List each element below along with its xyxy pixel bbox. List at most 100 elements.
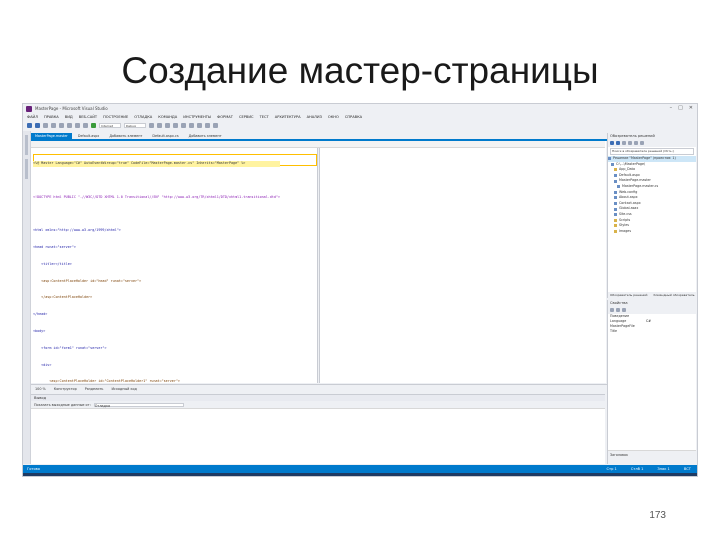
collapse-icon[interactable] <box>634 141 638 145</box>
browser-dropdown[interactable]: Internet Explorer <box>99 123 121 128</box>
tab-split[interactable]: Разделить <box>85 387 104 391</box>
design-view[interactable] <box>319 141 606 383</box>
solution-search-input[interactable]: Поиск в обозревателе решений (Ctrl+;) <box>610 148 694 155</box>
redo-icon[interactable] <box>83 123 88 128</box>
menu-test[interactable]: ТЕСТ <box>260 115 269 119</box>
code-line: <title></title> <box>33 261 72 266</box>
save-all-icon[interactable] <box>67 123 72 128</box>
comment-icon[interactable] <box>181 123 186 128</box>
tab-source[interactable]: Исходный код <box>111 387 136 391</box>
forward-icon[interactable] <box>35 123 40 128</box>
code-line: <head runat="server"> <box>33 245 76 250</box>
menu-service[interactable]: СЕРВИС <box>239 115 254 119</box>
output-source-dropdown[interactable]: Отладка <box>93 402 184 408</box>
close-icon[interactable]: ✕ <box>689 105 693 111</box>
status-bar: Готово Стр 1 Стлб 1 Знак 1 ВСТ <box>23 465 697 473</box>
menu-view[interactable]: ВИД <box>65 115 73 119</box>
file-icon <box>614 179 617 183</box>
status-text: Готово <box>27 467 40 471</box>
status-line: Стр 1 <box>606 467 617 471</box>
code-line: <body> <box>33 329 46 333</box>
zoom-level[interactable]: 100 % <box>35 387 46 391</box>
toolbox-tab[interactable] <box>25 135 28 155</box>
properties-toolbar <box>608 306 696 314</box>
toolbox-strip[interactable] <box>23 131 31 464</box>
menu-tools[interactable]: ИНСТРУМЕНТЫ <box>183 115 211 119</box>
refresh-icon[interactable] <box>149 123 154 128</box>
code-line: <form id="form1" runat="server"> <box>33 345 107 350</box>
alphabetical-icon[interactable] <box>616 308 620 312</box>
tab-solution-explorer[interactable]: Обозреватель решений <box>608 292 649 298</box>
maximize-icon[interactable]: □ <box>678 105 683 111</box>
file-icon <box>614 207 617 211</box>
menu-analyze[interactable]: АНАЛИЗ <box>307 115 322 119</box>
output-source-label: Показать выходные данные от: <box>34 402 91 407</box>
output-pane: Вывод Показать выходные данные от: Отлад… <box>31 394 605 466</box>
output-source-row: Показать выходные данные от: Отладка <box>31 401 605 408</box>
menu-window[interactable]: ОКНО <box>328 115 339 119</box>
open-icon[interactable] <box>51 123 56 128</box>
minimize-icon[interactable]: – <box>670 105 673 111</box>
indent-icon[interactable] <box>197 123 202 128</box>
property-description: Заголовок <box>608 450 696 464</box>
code-line: </asp:ContentPlaceHolder> <box>33 295 93 300</box>
menu-file[interactable]: ФАЙЛ <box>27 115 38 119</box>
back-icon[interactable] <box>27 123 32 128</box>
file-icon <box>617 185 620 189</box>
property-row[interactable]: Title <box>608 329 696 334</box>
code-line: <div> <box>33 362 52 367</box>
home-icon[interactable] <box>622 141 626 145</box>
menu-debug[interactable]: ОТЛАДКА <box>134 115 152 119</box>
window-title: MasterPage - Microsoft Visual Studio <box>35 106 108 111</box>
menu-help[interactable]: СПРАВКА <box>345 115 362 119</box>
code-line: <!DOCTYPE html PUBLIC "-//W3C//DTD XHTML… <box>33 194 281 199</box>
bold-icon[interactable] <box>165 123 170 128</box>
status-position: Стр 1 Стлб 1 Знак 1 ВСТ <box>606 465 697 473</box>
code-line: <%@ Master Language="C#" AutoEventWireup… <box>33 161 281 167</box>
view-tabs: 100 % Конструктор Разделить Исходный код <box>31 384 609 393</box>
save-icon[interactable] <box>59 123 64 128</box>
solution-explorer-tabs: Обозреватель решений Командный обозреват… <box>608 292 696 298</box>
menu-architecture[interactable]: АРХИТЕКТУРА <box>275 115 301 119</box>
properties-icon[interactable] <box>640 141 644 145</box>
menu-website[interactable]: ВЕБ-САЙТ <box>79 115 97 119</box>
slide-number: 173 <box>649 510 666 521</box>
uncomment-icon[interactable] <box>189 123 194 128</box>
menu-edit[interactable]: ПРАВКА <box>44 115 59 119</box>
file-icon <box>614 190 617 194</box>
property-pages-icon[interactable] <box>622 308 626 312</box>
config-dropdown[interactable]: Debug <box>124 123 146 128</box>
property-value: C# <box>646 319 652 323</box>
run-icon[interactable] <box>91 123 96 128</box>
italic-icon[interactable] <box>173 123 178 128</box>
toolbar: Internet Explorer Debug <box>23 121 697 130</box>
tree-item[interactable]: Images <box>608 229 696 235</box>
solution-icon <box>608 157 611 161</box>
format-icon[interactable] <box>157 123 162 128</box>
solution-explorer-toolbar <box>608 139 696 147</box>
menu-bar: ФАЙЛ ПРАВКА ВИД ВЕБ-САЙТ ПОСТРОЕНИЕ ОТЛА… <box>23 113 697 121</box>
outdent-icon[interactable] <box>205 123 210 128</box>
bookmark-icon[interactable] <box>213 123 218 128</box>
menu-build[interactable]: ПОСТРОЕНИЕ <box>103 115 128 119</box>
menu-team[interactable]: КОМАНДА <box>158 115 177 119</box>
undo-icon[interactable] <box>75 123 80 128</box>
categorized-icon[interactable] <box>610 308 614 312</box>
tree-item-label: Images <box>619 228 632 233</box>
new-project-icon[interactable] <box>43 123 48 128</box>
tab-team-explorer[interactable]: Командный обозреватель <box>651 292 696 298</box>
property-name: Title <box>610 329 618 333</box>
folder-icon <box>614 230 617 234</box>
output-text-area[interactable] <box>31 408 605 466</box>
back-icon[interactable] <box>610 141 614 145</box>
server-explorer-tab[interactable] <box>25 159 28 179</box>
status-column: Стлб 1 <box>630 467 644 471</box>
file-icon <box>614 213 617 217</box>
website-icon <box>611 162 614 166</box>
properties-pane: Свойства Поведение Language C# MasterPage… <box>607 300 696 464</box>
menu-format[interactable]: ФОРМАТ <box>217 115 233 119</box>
forward-icon[interactable] <box>616 141 620 145</box>
tab-design[interactable]: Конструктор <box>54 387 77 391</box>
refresh-icon[interactable] <box>628 141 632 145</box>
